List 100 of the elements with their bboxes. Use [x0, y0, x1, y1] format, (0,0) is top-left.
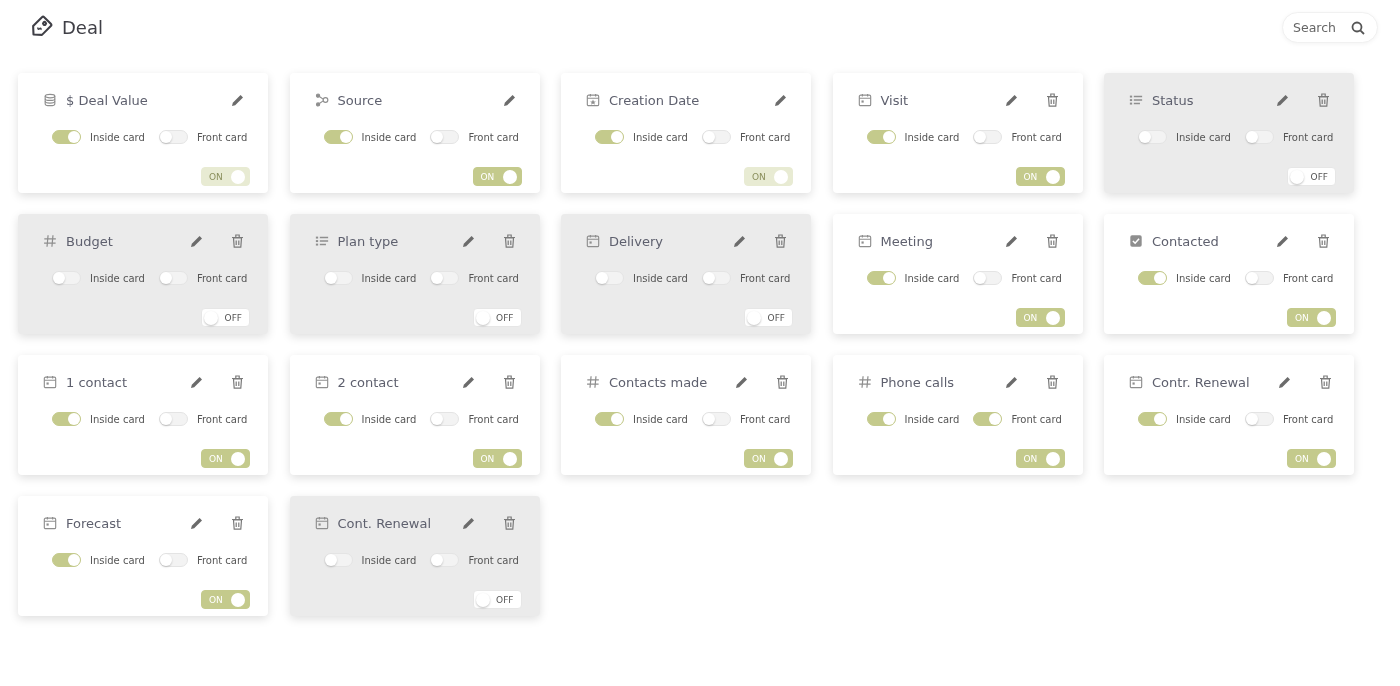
- toggle-switch[interactable]: [1138, 271, 1167, 285]
- toggle-switch[interactable]: [158, 130, 188, 144]
- delete-button[interactable]: [776, 375, 790, 389]
- toggle-switch[interactable]: [52, 553, 81, 567]
- toggle-label: Inside card: [633, 413, 688, 425]
- toggle-switch[interactable]: [973, 412, 1003, 426]
- toggle-label: Inside card: [1176, 272, 1231, 284]
- edit-button[interactable]: [502, 93, 516, 107]
- toggle-switch[interactable]: [158, 412, 188, 426]
- delete-button[interactable]: [1318, 375, 1332, 389]
- edit-button[interactable]: [231, 93, 244, 107]
- on-off-switch[interactable]: OFF: [744, 308, 793, 327]
- toggle-switch[interactable]: [701, 130, 731, 144]
- card-title: Creation Date: [609, 92, 701, 108]
- delete-button[interactable]: [1045, 375, 1059, 389]
- toggle-switch[interactable]: [52, 271, 81, 285]
- on-off-switch[interactable]: ON: [1015, 449, 1065, 468]
- delete-button[interactable]: [231, 375, 244, 389]
- toggle-switch[interactable]: [1244, 271, 1274, 285]
- toggle-switch[interactable]: [973, 271, 1003, 285]
- edit-button[interactable]: [1004, 375, 1018, 389]
- toggle-switch[interactable]: [595, 271, 624, 285]
- delete-button[interactable]: [774, 234, 787, 248]
- trash-icon: [774, 234, 787, 248]
- on-off-switch[interactable]: OFF: [472, 590, 522, 609]
- toggle-switch[interactable]: [973, 130, 1003, 144]
- on-off-switch[interactable]: ON: [201, 449, 250, 468]
- delete-button[interactable]: [502, 234, 516, 248]
- pencil-icon: [190, 375, 203, 389]
- delete-button[interactable]: [1317, 234, 1330, 248]
- toggle-switch[interactable]: [595, 130, 624, 144]
- toggle-switch[interactable]: [430, 271, 460, 285]
- toggle-switch[interactable]: [52, 130, 81, 144]
- edit-button[interactable]: [1004, 93, 1018, 107]
- edit-button[interactable]: [774, 93, 787, 107]
- edit-button[interactable]: [190, 516, 203, 530]
- delete-button[interactable]: [1317, 93, 1330, 107]
- toggle-switch[interactable]: [323, 130, 353, 144]
- edit-button[interactable]: [1277, 375, 1291, 389]
- pencil-icon: [1277, 375, 1291, 389]
- on-off-switch[interactable]: ON: [472, 449, 522, 468]
- edit-button[interactable]: [733, 234, 746, 248]
- toggle-switch[interactable]: [323, 553, 353, 567]
- toggle-switch[interactable]: [52, 412, 81, 426]
- nodes-icon: [314, 93, 329, 107]
- toggle-switch[interactable]: [701, 271, 731, 285]
- on-off-switch[interactable]: ON: [1287, 449, 1336, 468]
- toggle-switch[interactable]: [866, 412, 896, 426]
- delete-button[interactable]: [1045, 93, 1059, 107]
- delete-button[interactable]: [231, 516, 244, 530]
- card-title: Plan type: [337, 233, 400, 249]
- toggle-switch[interactable]: [866, 130, 896, 144]
- on-off-switch[interactable]: OFF: [1287, 167, 1336, 186]
- edit-button[interactable]: [1276, 93, 1289, 107]
- edit-button[interactable]: [461, 516, 475, 530]
- edit-button[interactable]: [1004, 234, 1018, 248]
- toggle-switch[interactable]: [595, 412, 624, 426]
- toggle-switch[interactable]: [430, 130, 460, 144]
- card-title: Source: [337, 92, 384, 108]
- toggle-switch[interactable]: [158, 553, 188, 567]
- toggle-label: Inside card: [90, 131, 145, 143]
- toggle-label: Inside card: [361, 272, 417, 284]
- toggle-label: Front card: [1011, 131, 1062, 143]
- toggle-switch[interactable]: [1138, 130, 1167, 144]
- edit-button[interactable]: [190, 234, 203, 248]
- toggle-label: Front card: [739, 131, 791, 143]
- on-off-switch[interactable]: ON: [1015, 167, 1065, 186]
- delete-button[interactable]: [231, 234, 244, 248]
- toggle-switch[interactable]: [1138, 412, 1167, 426]
- hash-icon: [43, 234, 57, 248]
- toggle-label: Inside card: [633, 131, 688, 143]
- toggle-switch[interactable]: [701, 412, 731, 426]
- edit-button[interactable]: [190, 375, 203, 389]
- edit-button[interactable]: [735, 375, 749, 389]
- on-off-switch[interactable]: ON: [472, 167, 522, 186]
- on-off-switch[interactable]: ON: [1015, 308, 1065, 327]
- toggle-switch[interactable]: [430, 412, 460, 426]
- delete-button[interactable]: [502, 516, 516, 530]
- toggle-switch[interactable]: [1244, 412, 1274, 426]
- on-off-switch[interactable]: OFF: [472, 308, 522, 327]
- on-off-switch[interactable]: ON: [1287, 308, 1336, 327]
- delete-button[interactable]: [502, 375, 516, 389]
- delete-button[interactable]: [1045, 234, 1059, 248]
- edit-button[interactable]: [461, 375, 475, 389]
- toggle-switch[interactable]: [323, 271, 353, 285]
- edit-button[interactable]: [1276, 234, 1289, 248]
- on-off-switch[interactable]: ON: [744, 449, 793, 468]
- toggle-switch[interactable]: [430, 553, 460, 567]
- on-off-switch[interactable]: ON: [201, 590, 250, 609]
- toggle-switch[interactable]: [866, 271, 896, 285]
- toggle-label: Front card: [468, 413, 519, 425]
- toggle-label: Front card: [196, 554, 248, 566]
- edit-button[interactable]: [461, 234, 475, 248]
- toggle-switch[interactable]: [323, 412, 353, 426]
- card-title: Budget: [66, 233, 114, 249]
- search-field[interactable]: Search: [1282, 12, 1378, 43]
- toggle-switch[interactable]: [1244, 130, 1274, 144]
- on-off-switch[interactable]: OFF: [201, 308, 250, 327]
- search-icon: [1351, 20, 1365, 35]
- toggle-switch[interactable]: [158, 271, 188, 285]
